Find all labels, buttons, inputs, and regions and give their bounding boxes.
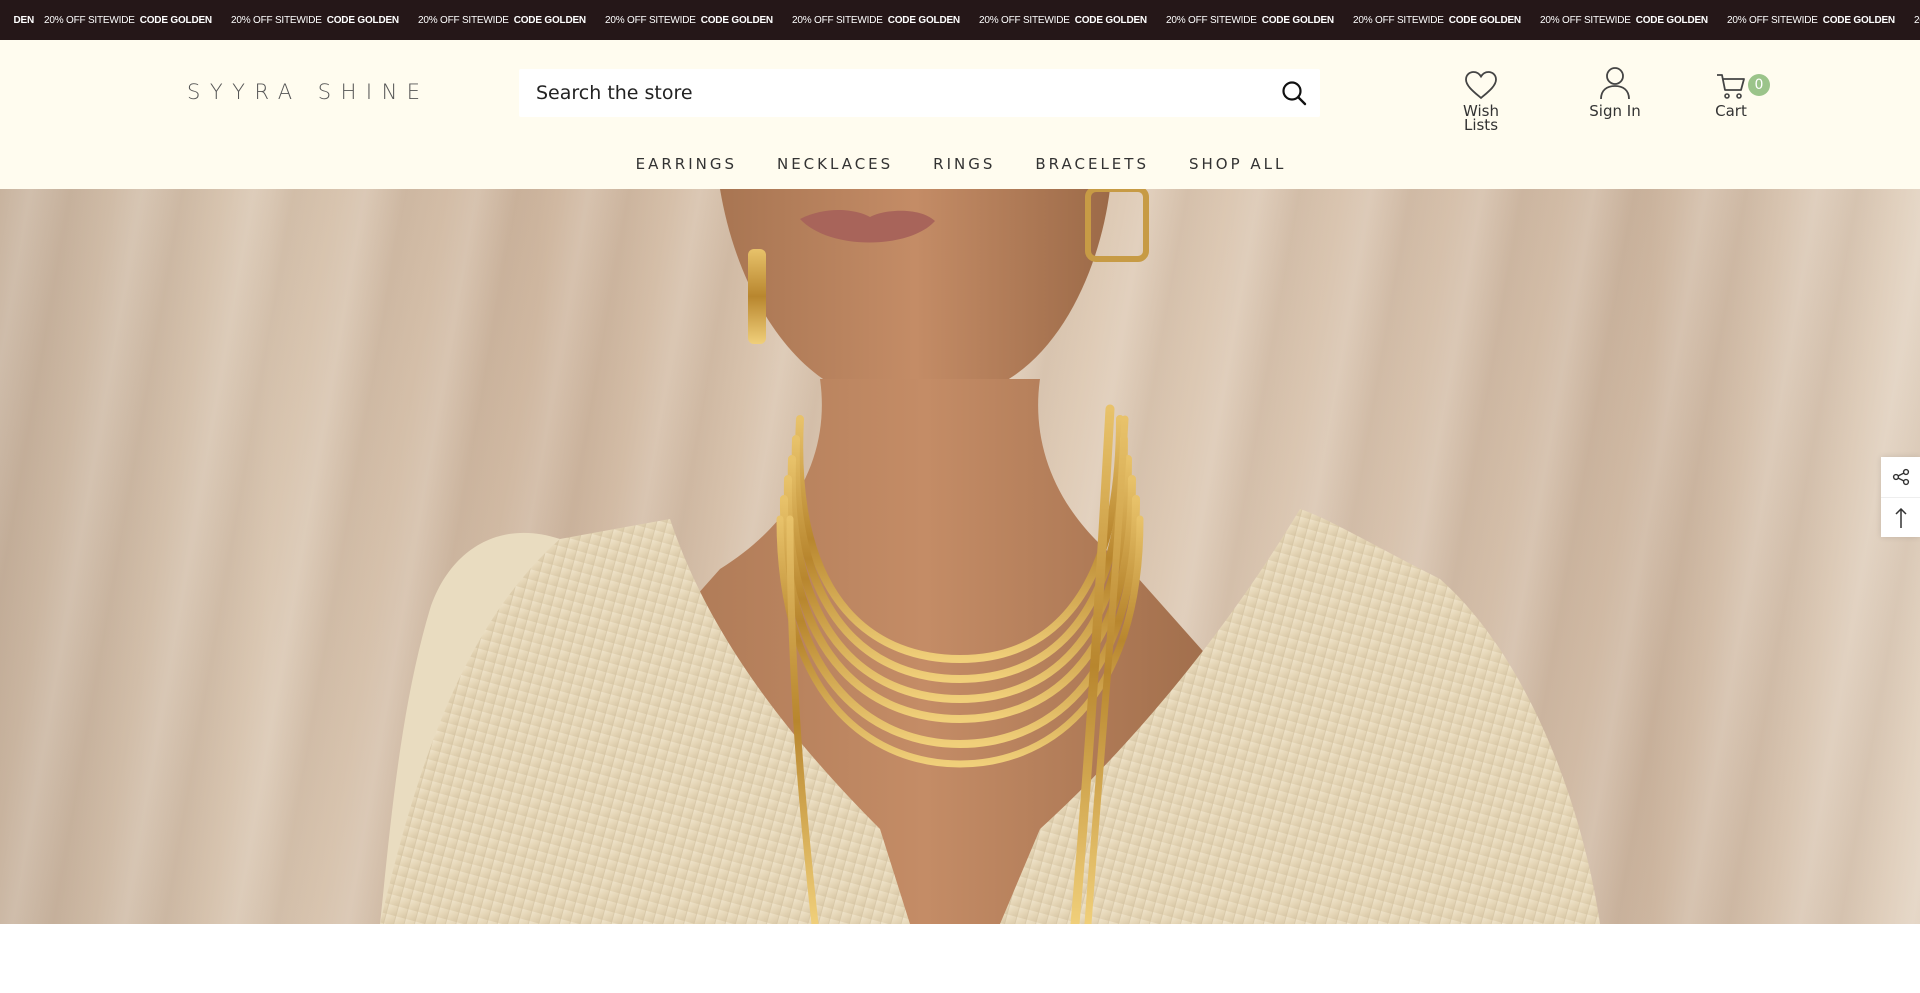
search-input[interactable] (519, 69, 1268, 117)
announcement-code: CODE GOLDEN (1822, 14, 1895, 26)
announcement-code: CODE GOLDEN (700, 14, 773, 26)
nav-item-rings[interactable]: RINGS (933, 155, 995, 173)
side-tools (1881, 457, 1920, 537)
announcement-text: 20% OFF SITEWIDE (1353, 14, 1444, 26)
wish-lists-link[interactable]: Wish Lists (1454, 58, 1508, 134)
sign-in-link[interactable]: Sign In (1588, 58, 1642, 120)
announcement-item: 20% OFF SITEWIDE CODE GOLDEN (1540, 15, 1727, 26)
arrow-up-icon (1894, 507, 1907, 528)
user-icon (1600, 67, 1630, 100)
site-logo[interactable]: SYYRA SHINE (187, 80, 430, 104)
announcement-track: DEN 20% OFF SITEWIDE CODE GOLDEN 20% OFF S… (0, 0, 1920, 40)
cart-label: Cart (1715, 102, 1747, 120)
announcement-text: 20% OFF SITEWIDE (1727, 14, 1818, 26)
search-icon (1282, 81, 1307, 106)
site-header: SYYRA SHINE Wish Lists Sign In (0, 40, 1920, 189)
search-bar (519, 69, 1320, 117)
announcement-leading-fragment: DEN (13, 14, 34, 26)
nav-item-shop-all[interactable]: SHOP ALL (1189, 155, 1286, 173)
announcement-text: 20% OFF SITEWIDE (605, 14, 696, 26)
hero-model-image (0, 189, 1920, 924)
nav-item-bracelets[interactable]: BRACELETS (1035, 155, 1149, 173)
announcement-text: 20% OFF SITEWIDE (979, 14, 1070, 26)
announcement-code: CODE GOLDEN (1635, 14, 1708, 26)
cart-icon (1717, 74, 1745, 99)
announcement-item: 20% OFF SITEWIDE CODE GOLDEN (231, 15, 418, 26)
nav-item-earrings[interactable]: EARRINGS (636, 155, 737, 173)
announcement-code: CODE GOLDEN (1448, 14, 1521, 26)
announcement-code: CODE GOLDEN (513, 14, 586, 26)
announcement-item: 20% OFF SITEWIDE CODE GOLDEN (1727, 15, 1914, 26)
cart-count-badge: 0 (1748, 74, 1770, 96)
announcement-code: CODE GOLDEN (139, 14, 212, 26)
sign-in-label: Sign In (1589, 102, 1641, 120)
announcement-item: 20% OFF SITEWIDE CODE GOLDEN (44, 15, 231, 26)
share-icon (1892, 468, 1909, 486)
announcement-item: 20% OFF SITEWIDE CODE GOLDEN (979, 15, 1166, 26)
announcement-code: CODE GOLDEN (1074, 14, 1147, 26)
announcement-item: 20% OFF SITEWIDE CODE GOLDEN (418, 15, 605, 26)
announcement-item: 20% OFF SITEWIDE CODE GOLDEN (605, 15, 792, 26)
announcement-item: 20% OFF SITEWIDE CODE GOLDEN (1166, 15, 1353, 26)
announcement-fragment: 20 (1914, 15, 1920, 26)
hero-banner[interactable] (0, 189, 1920, 924)
heart-icon (1465, 71, 1497, 100)
nav-item-necklaces[interactable]: NECKLACES (777, 155, 893, 173)
announcement-code: CODE GOLDEN (1261, 14, 1334, 26)
announcement-item: 20% OFF SITEWIDE CODE GOLDEN (792, 15, 979, 26)
announcement-text: 20% OFF SITEWIDE (418, 14, 509, 26)
announcement-item: 20% OFF SITEWIDE CODE GOLDEN (1353, 15, 1540, 26)
announcement-text: 20% OFF SITEWIDE (1540, 14, 1631, 26)
search-button[interactable] (1268, 69, 1320, 117)
announcement-text: 20% OFF SITEWIDE (44, 14, 135, 26)
announcement-fragment: DEN (0, 15, 44, 26)
main-nav: EARRINGS NECKLACES RINGS BRACELETS SHOP … (0, 155, 1920, 173)
share-button[interactable] (1881, 457, 1920, 497)
announcement-trailing-fragment: 20 (1914, 14, 1920, 26)
back-to-top-button[interactable] (1881, 497, 1920, 537)
cart-link[interactable]: 0 Cart (1704, 58, 1770, 120)
wish-lists-label: Wish Lists (1463, 102, 1499, 134)
announcement-code: CODE GOLDEN (326, 14, 399, 26)
announcement-code: CODE GOLDEN (887, 14, 960, 26)
announcement-text: 20% OFF SITEWIDE (231, 14, 322, 26)
announcement-text: 20% OFF SITEWIDE (1166, 14, 1257, 26)
announcement-bar: DEN 20% OFF SITEWIDE CODE GOLDEN 20% OFF S… (0, 0, 1920, 40)
announcement-text: 20% OFF SITEWIDE (792, 14, 883, 26)
